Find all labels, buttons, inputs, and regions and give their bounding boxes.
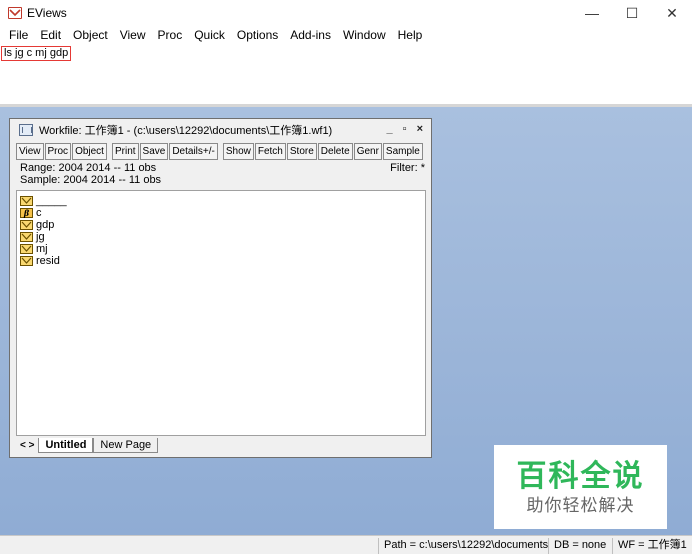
object-button[interactable]: Object xyxy=(72,143,107,160)
eviews-logo-icon xyxy=(8,7,22,19)
delete-button[interactable]: Delete xyxy=(317,143,353,160)
status-path: Path = c:\users\12292\documents xyxy=(378,538,553,554)
menu-edit[interactable]: Edit xyxy=(34,26,67,45)
window-controls: — ☐ ✕ xyxy=(572,0,692,26)
workfile-close-button[interactable]: × xyxy=(417,123,423,135)
list-item[interactable]: resid xyxy=(20,255,60,267)
menu-options[interactable]: Options xyxy=(231,26,284,45)
filter-info[interactable]: Filter: * xyxy=(390,162,425,174)
object-name: mj xyxy=(36,243,48,255)
details-button[interactable]: Details+/- xyxy=(169,143,218,160)
menu-window[interactable]: Window xyxy=(337,26,392,45)
workfile-minimize-button[interactable]: _ xyxy=(387,123,393,135)
workfile-title-bar[interactable]: Workfile: 工作簿1 - (c:\users\12292\documen… xyxy=(10,119,431,141)
series-icon xyxy=(20,232,33,242)
watermark-logo: 百科全说 助你轻松解决 xyxy=(494,445,667,529)
menu-file[interactable]: File xyxy=(3,26,34,45)
menu-bar: File Edit Object View Proc Quick Options… xyxy=(0,26,692,45)
series-icon xyxy=(20,244,33,254)
page-tab-bar: < > Untitled New Page xyxy=(16,437,426,453)
object-list[interactable]: _____ β c gdp jg mj resid xyxy=(16,190,426,436)
print-button[interactable]: Print xyxy=(111,143,139,160)
menu-quick[interactable]: Quick xyxy=(188,26,231,45)
coef-icon: β xyxy=(20,208,33,218)
list-item[interactable]: β c xyxy=(20,207,42,219)
series-icon xyxy=(20,220,33,230)
range-info[interactable]: Range: 2004 2014 -- 11 obs xyxy=(20,162,426,174)
save-button[interactable]: Save xyxy=(139,143,169,160)
show-button[interactable]: Show xyxy=(222,143,254,160)
list-item[interactable]: _____ xyxy=(20,195,67,207)
menu-proc[interactable]: Proc xyxy=(152,26,189,45)
object-name: c xyxy=(36,207,42,219)
store-button[interactable]: Store xyxy=(286,143,317,160)
object-name: jg xyxy=(36,231,45,243)
workfile-restore-button[interactable]: ▫ xyxy=(403,123,407,135)
command-input-text[interactable]: ls jg c mj gdp xyxy=(1,46,72,61)
status-bar: Path = c:\users\12292\documents DB = non… xyxy=(0,535,692,554)
command-window[interactable]: ls jg c mj gdp xyxy=(0,45,692,105)
object-name: _____ xyxy=(36,195,67,207)
watermark-subtitle: 助你轻松解决 xyxy=(526,496,635,515)
object-name: resid xyxy=(36,255,60,267)
tab-scroll-arrows[interactable]: < > xyxy=(16,440,38,451)
series-icon xyxy=(20,256,33,266)
app-title: EViews xyxy=(27,6,67,20)
menu-help[interactable]: Help xyxy=(392,26,429,45)
fetch-button[interactable]: Fetch xyxy=(254,143,286,160)
view-button[interactable]: View xyxy=(16,143,44,160)
watermark-title: 百科全说 xyxy=(516,459,645,494)
status-wf: WF = 工作簿1 xyxy=(612,538,692,554)
maximize-button[interactable]: ☐ xyxy=(612,0,652,26)
object-name: gdp xyxy=(36,219,55,231)
status-db: DB = none xyxy=(548,538,611,554)
proc-button[interactable]: Proc xyxy=(44,143,72,160)
genr-button[interactable]: Genr xyxy=(353,143,382,160)
sample-button[interactable]: Sample xyxy=(382,143,423,160)
menu-add-ins[interactable]: Add-ins xyxy=(284,26,337,45)
menu-view[interactable]: View xyxy=(114,26,152,45)
close-button[interactable]: ✕ xyxy=(652,0,692,26)
list-item[interactable]: gdp xyxy=(20,219,54,231)
minimize-button[interactable]: — xyxy=(572,0,612,26)
series-icon xyxy=(20,196,33,206)
list-item[interactable]: jg xyxy=(20,231,45,243)
workfile-title: Workfile: 工作簿1 - (c:\users\12292\documen… xyxy=(39,125,333,137)
tab-untitled[interactable]: Untitled xyxy=(38,437,94,453)
menu-object[interactable]: Object xyxy=(67,26,114,45)
sample-info[interactable]: Sample: 2004 2014 -- 11 obs xyxy=(20,174,426,186)
tab-new-page[interactable]: New Page xyxy=(93,437,159,453)
list-item[interactable]: mj xyxy=(20,243,48,255)
workfile-icon xyxy=(19,124,33,136)
workfile-info: Range: 2004 2014 -- 11 obs Sample: 2004 … xyxy=(16,162,426,188)
workfile-toolbar: View Proc Object Print Save Details+/- S… xyxy=(16,143,424,160)
title-bar: EViews — ☐ ✕ xyxy=(0,0,692,26)
workfile-window: Workfile: 工作簿1 - (c:\users\12292\documen… xyxy=(9,118,432,458)
